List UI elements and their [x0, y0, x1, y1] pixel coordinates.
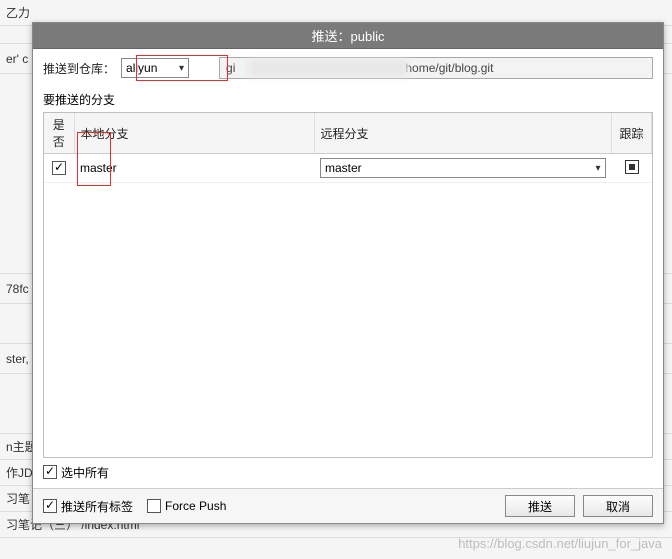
dialog-title: 推送：public	[33, 23, 663, 49]
repo-select[interactable]: aliyun	[121, 58, 189, 78]
push-tags-checkbox[interactable]	[43, 499, 57, 513]
remote-branch-select[interactable]: master	[320, 158, 606, 178]
repo-label: 推送到仓库：	[43, 60, 115, 77]
header-local[interactable]: 本地分支	[74, 113, 314, 154]
push-dialog: 推送：public 推送到仓库： aliyun gi home/git/blog…	[32, 22, 664, 524]
track-icon[interactable]	[625, 160, 639, 174]
url-blur	[248, 59, 408, 77]
table-row[interactable]: master master	[44, 154, 652, 183]
row-checkbox[interactable]	[52, 161, 66, 175]
force-push-checkbox[interactable]	[147, 499, 161, 513]
select-all-label: 选中所有	[61, 464, 109, 481]
header-track[interactable]: 跟踪	[612, 113, 652, 154]
local-branch: master	[74, 154, 314, 183]
repo-url-field[interactable]: gi home/git/blog.git	[219, 57, 653, 79]
push-tags-label: 推送所有标签	[61, 498, 133, 515]
push-button[interactable]: 推送	[505, 495, 575, 517]
header-remote[interactable]: 远程分支	[314, 113, 612, 154]
branches-table: 是否 本地分支 远程分支 跟踪 master master	[43, 112, 653, 458]
force-push-label: Force Push	[165, 499, 226, 513]
watermark: https://blog.csdn.net/liujun_for_java	[458, 536, 662, 551]
cancel-button[interactable]: 取消	[583, 495, 653, 517]
branches-group-label: 要推送的分支	[43, 91, 653, 108]
select-all-checkbox[interactable]	[43, 465, 57, 479]
header-check[interactable]: 是否	[44, 113, 74, 154]
